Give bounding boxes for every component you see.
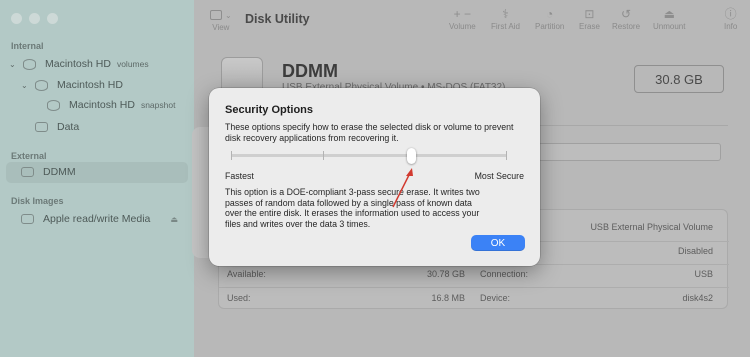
first-aid-button[interactable]: ⚕ First Aid bbox=[491, 7, 520, 31]
info-label: Info bbox=[724, 22, 738, 31]
slider-tick bbox=[506, 151, 507, 160]
erase-button[interactable]: ⊡ Erase bbox=[579, 7, 600, 31]
erase-label: Erase bbox=[579, 22, 600, 31]
disk-name: DDMM bbox=[282, 61, 338, 81]
used-value: 16.8 MB bbox=[431, 293, 465, 303]
volume-label: Volume bbox=[449, 22, 476, 31]
partition-button[interactable]: ◔ Partition bbox=[535, 7, 564, 31]
zoom-button[interactable] bbox=[47, 13, 58, 24]
window-controls bbox=[11, 13, 58, 24]
sidebar-item-macintosh-hd[interactable]: ⌄ Macintosh HD bbox=[21, 79, 123, 91]
sidebar-item-sublabel: volumes bbox=[116, 59, 149, 69]
fastest-label: Fastest bbox=[225, 171, 254, 181]
info-icon: ⓘ bbox=[724, 7, 737, 21]
disk-image-icon bbox=[21, 214, 34, 224]
sidebar-item-ddmm[interactable]: DDMM bbox=[21, 166, 76, 178]
device-label: Device: bbox=[480, 293, 511, 303]
disk-stack-icon bbox=[47, 99, 60, 111]
security-slider[interactable] bbox=[231, 154, 507, 157]
unmount-label: Unmount bbox=[653, 22, 686, 31]
dialog-description: This option is a DOE-compliant 3-pass se… bbox=[225, 187, 480, 229]
available-value: 30.78 GB bbox=[426, 269, 465, 279]
chevron-down-icon[interactable]: ⌄ bbox=[21, 81, 29, 90]
sidebar-item-macintosh-hd-volumes[interactable]: ⌄ Macintosh HD volumes bbox=[9, 58, 149, 70]
sidebar-item-label: DDMM bbox=[43, 166, 76, 178]
eject-icon[interactable]: ⏏ bbox=[170, 215, 178, 224]
sidebar-item-label: Data bbox=[57, 121, 80, 133]
add-remove-icon: + − bbox=[453, 7, 472, 21]
slider-thumb[interactable] bbox=[407, 148, 416, 164]
volume-button[interactable]: + − Volume bbox=[449, 7, 476, 31]
unmount-icon: ⏏ bbox=[663, 7, 675, 21]
sidebar-item-apple-read-write-media[interactable]: Apple read/write Media bbox=[21, 213, 150, 225]
erase-icon: ⊡ bbox=[584, 7, 595, 21]
info-divider bbox=[219, 287, 729, 288]
sidebar-item-label: Macintosh HD bbox=[69, 99, 135, 111]
chevron-down-icon: ⌄ bbox=[225, 10, 232, 20]
window-title: Disk Utility bbox=[245, 12, 310, 26]
connection-value: USB bbox=[694, 269, 713, 279]
sidebar-section-external: External bbox=[11, 151, 47, 161]
used-label: Used: bbox=[227, 293, 251, 303]
unmount-button[interactable]: ⏏ Unmount bbox=[653, 7, 685, 31]
minimize-button[interactable] bbox=[29, 13, 40, 24]
sidebar-item-macintosh-hd-snapshot[interactable]: Macintosh HD snapshot bbox=[47, 99, 175, 111]
toolbar: ⌄ View Disk Utility + − Volume ⚕ First A… bbox=[194, 0, 750, 42]
slider-tick bbox=[323, 151, 324, 160]
partition-icon: ◔ bbox=[546, 7, 554, 21]
type-value: USB External Physical Volume bbox=[590, 222, 713, 232]
external-disk-icon bbox=[21, 167, 34, 177]
most-secure-label: Most Secure bbox=[474, 171, 524, 181]
slider-tick bbox=[231, 151, 232, 160]
connection-label: Connection: bbox=[480, 269, 529, 279]
capacity-badge: 30.8 GB bbox=[634, 65, 724, 93]
view-label: View bbox=[212, 23, 230, 32]
sidebar-section-disk-images: Disk Images bbox=[11, 196, 64, 206]
sidebar-item-label: Macintosh HD bbox=[57, 79, 123, 91]
partition-label: Partition bbox=[535, 22, 565, 31]
info-button[interactable]: ⓘ Info bbox=[724, 7, 737, 31]
security-options-dialog: Security Options These options specify h… bbox=[209, 88, 540, 266]
device-value: disk4s2 bbox=[682, 293, 713, 303]
disk-stack-icon bbox=[35, 79, 48, 91]
stethoscope-icon: ⚕ bbox=[502, 7, 509, 21]
dialog-intro-text: These options specify how to erase the s… bbox=[225, 122, 514, 143]
available-label: Available: bbox=[227, 269, 266, 279]
sidebar-section-internal: Internal bbox=[11, 41, 44, 51]
disk-stack-icon bbox=[23, 58, 36, 70]
restore-button[interactable]: ↺ Restore bbox=[612, 7, 640, 31]
restore-label: Restore bbox=[612, 22, 641, 31]
first-aid-label: First Aid bbox=[491, 22, 520, 31]
sidebar-item-sublabel: snapshot bbox=[140, 100, 176, 110]
sidebar-toggle-icon bbox=[210, 10, 222, 20]
ok-button[interactable]: OK bbox=[471, 235, 525, 251]
restore-icon: ↺ bbox=[620, 7, 632, 21]
background-field bbox=[538, 143, 721, 161]
owners-value: Disabled bbox=[677, 246, 713, 256]
sidebar-item-label: Macintosh HD bbox=[45, 58, 111, 70]
chevron-down-icon[interactable]: ⌄ bbox=[9, 60, 17, 69]
dialog-title: Security Options bbox=[225, 104, 314, 116]
close-button[interactable] bbox=[11, 13, 22, 24]
sidebar-item-data[interactable]: Data bbox=[35, 121, 79, 133]
sidebar: Internal ⌄ Macintosh HD volumes ⌄ Macint… bbox=[0, 0, 194, 357]
view-button[interactable]: ⌄ View bbox=[210, 7, 232, 32]
sidebar-item-label: Apple read/write Media bbox=[43, 213, 151, 225]
disk-icon bbox=[35, 122, 48, 132]
